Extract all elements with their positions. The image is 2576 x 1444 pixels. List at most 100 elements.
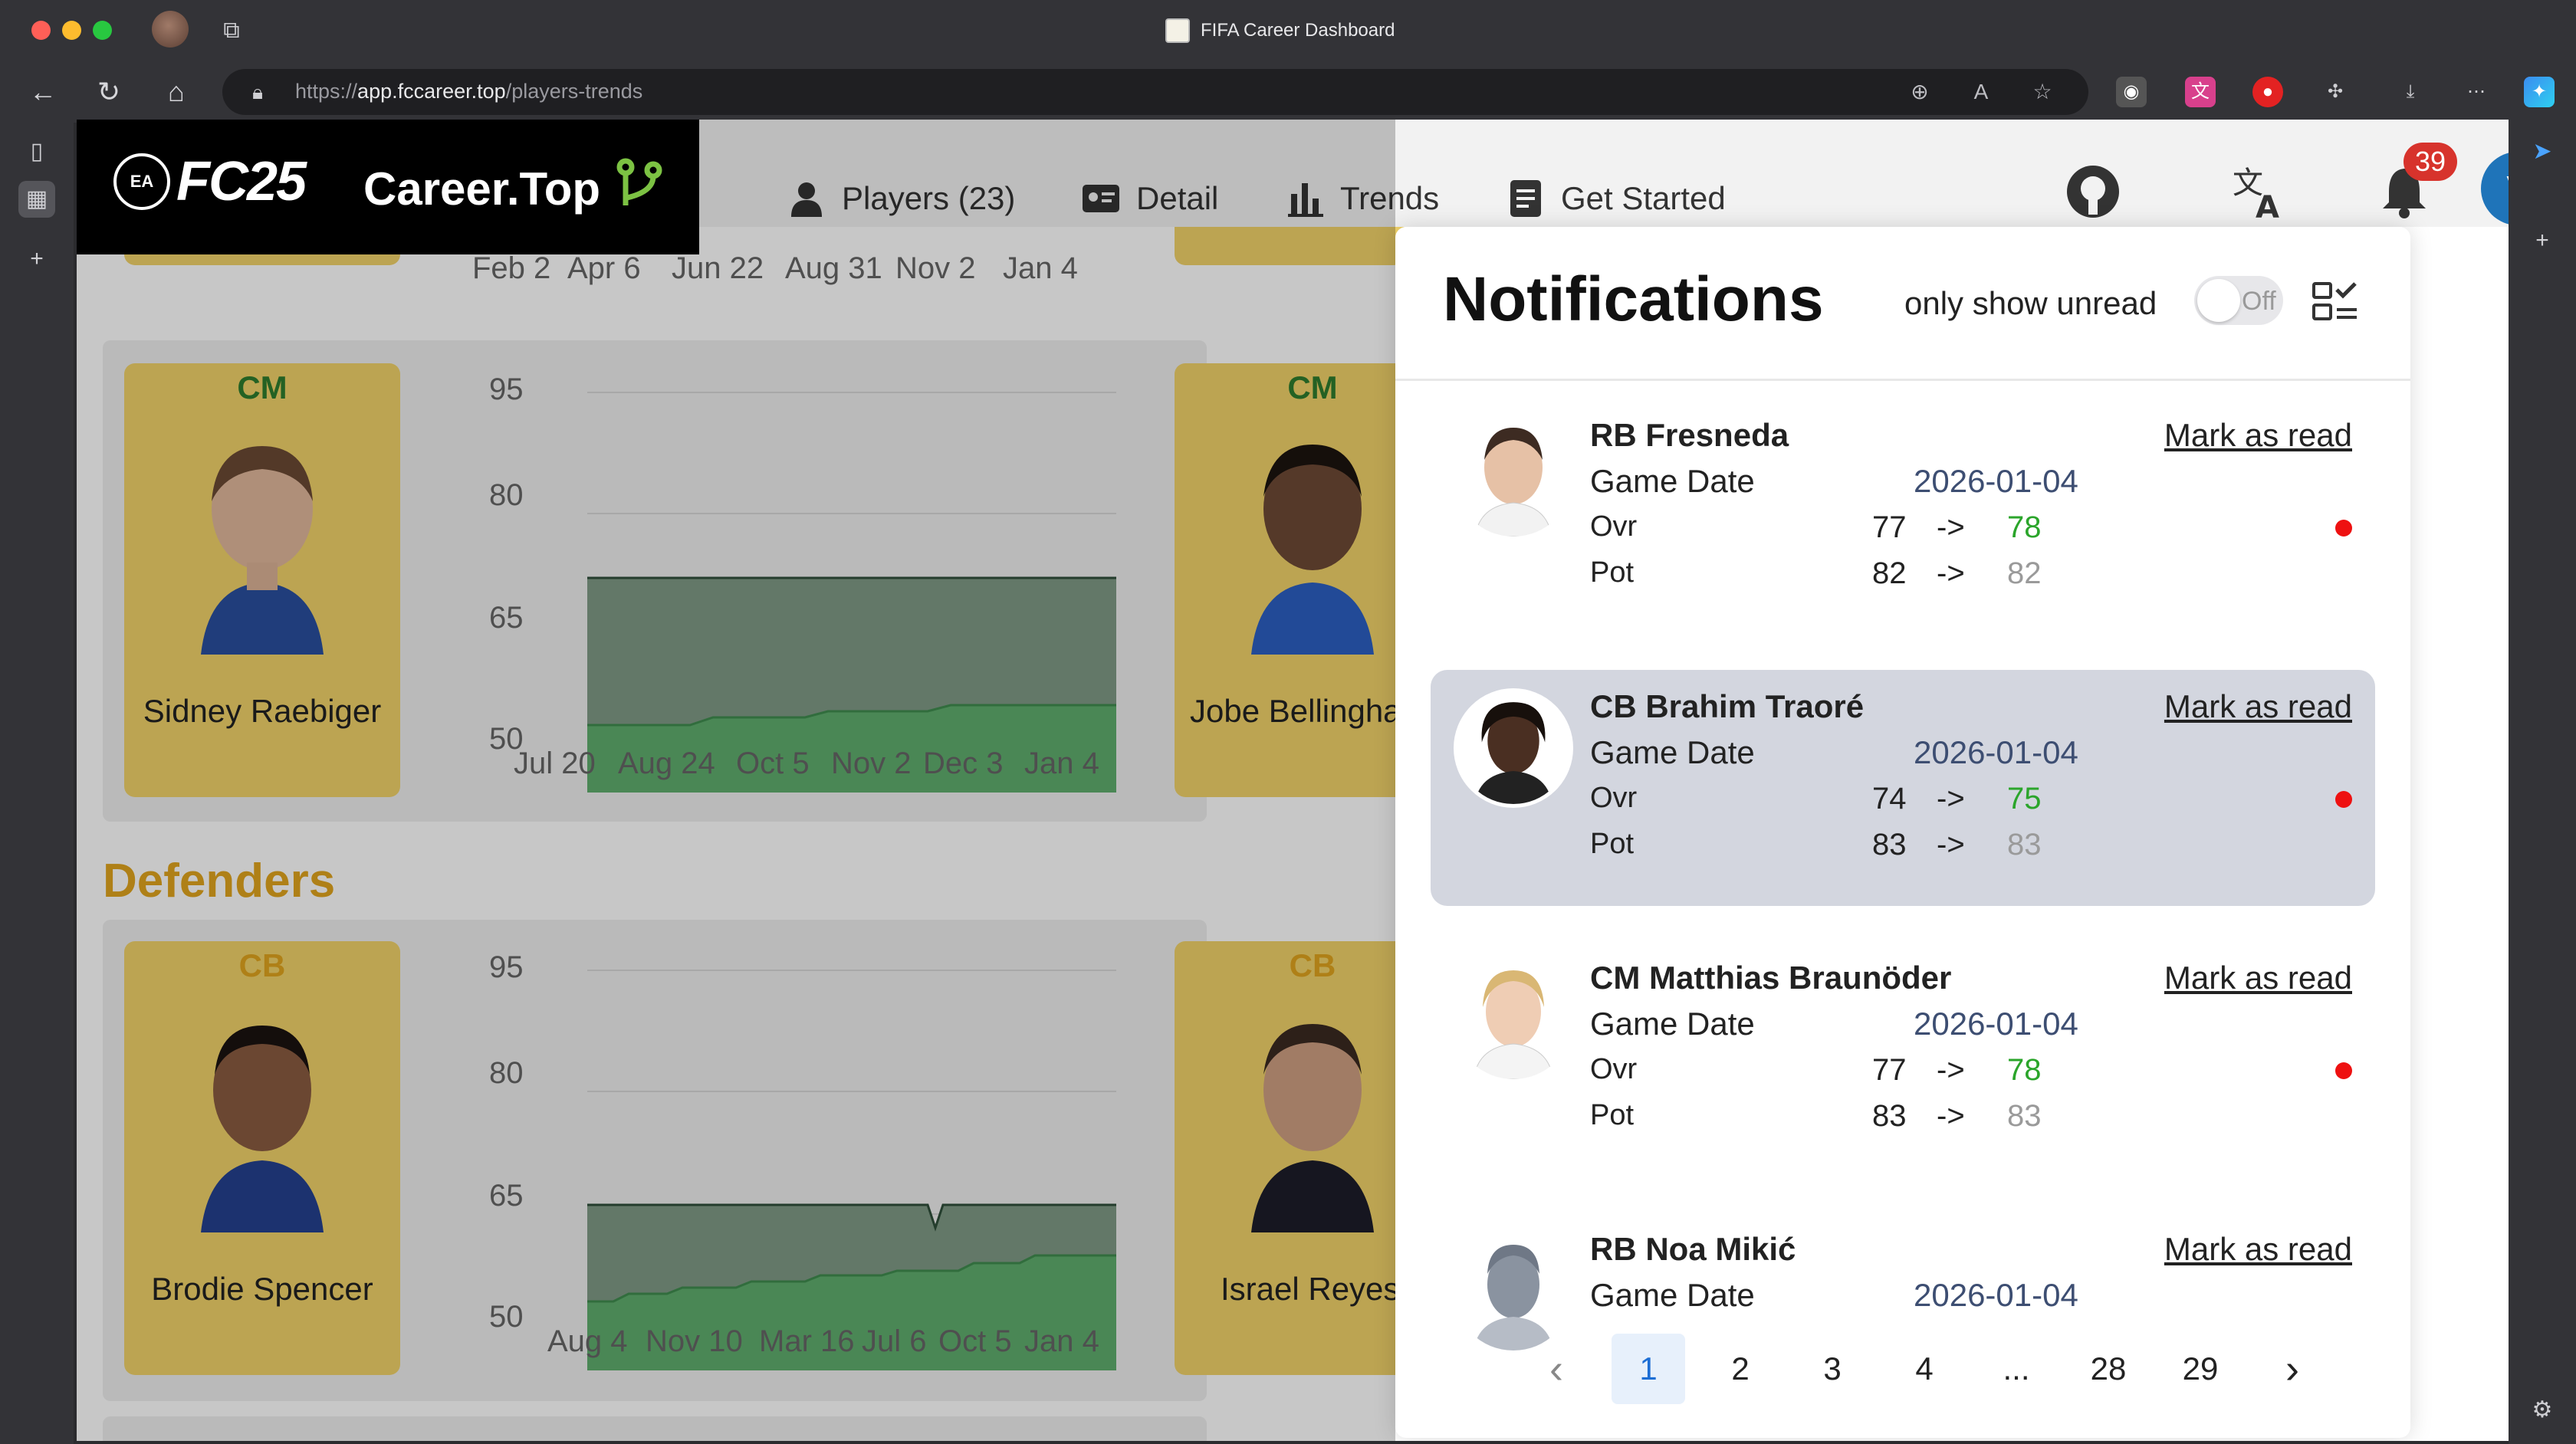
reload-icon[interactable]: ↻ [92, 75, 126, 109]
pot-arrow: -> [1937, 556, 1965, 590]
only-unread-label: only show unread [1904, 285, 2157, 321]
telegram-icon[interactable]: ➤ [2524, 133, 2561, 170]
game-date-label: Game Date [1590, 1006, 1755, 1042]
back-icon[interactable]: ← [26, 75, 60, 109]
maximize-window-button[interactable] [93, 21, 112, 40]
notification-item[interactable]: RB Fresneda Mark as read Game Date 2026-… [1431, 399, 2375, 635]
player-avatar [1454, 417, 1573, 537]
favorite-star-icon[interactable]: ☆ [2029, 78, 2056, 106]
sidebar-settings-icon[interactable]: ⚙ [2524, 1392, 2561, 1429]
player-avatar [1454, 688, 1573, 808]
unread-dot [2335, 520, 2352, 537]
fc25-logo: FC25 [176, 151, 307, 212]
tab-actions-icon[interactable]: ⧉ [216, 15, 247, 46]
extensions-puzzle-icon[interactable]: ✣ [2320, 77, 2351, 107]
nav-label: Get Started [1561, 180, 1726, 216]
active-tab-favicon[interactable]: ▦ [18, 181, 55, 218]
pot-label: Pot [1590, 828, 1635, 860]
extension-translate-icon[interactable]: 文 [2185, 77, 2216, 107]
close-window-button[interactable] [31, 21, 51, 40]
page-button[interactable]: 4 [1878, 1334, 1970, 1404]
game-date-value: 2026-01-04 [1914, 1006, 2078, 1042]
notification-heading: CB Brahim Traoré [1590, 688, 1865, 724]
read-aloud-icon[interactable]: A [1967, 78, 1995, 106]
mark-all-read-icon[interactable] [2312, 281, 2358, 322]
page-button[interactable]: 29 [2154, 1334, 2246, 1404]
github-icon[interactable] [2062, 161, 2124, 222]
pagination: ‹ 1 2 3 4 ... 28 29 › [1510, 1334, 2338, 1404]
modal-backdrop[interactable] [77, 120, 1395, 1441]
page-button[interactable]: 1 [1612, 1334, 1685, 1404]
copilot-icon[interactable]: ✦ [2524, 77, 2555, 107]
pot-old: 83 [1872, 828, 1907, 861]
game-date-value: 2026-01-04 [1914, 734, 2078, 770]
nav-get-started[interactable]: Get Started [1506, 173, 1726, 224]
user-avatar[interactable]: V [2481, 152, 2509, 225]
page-ellipsis: ... [2003, 1350, 2030, 1387]
browser-toolbar: ← ↻ ⌂ 🔒︎ https://app.fccareer.top/player… [0, 61, 2576, 123]
pot-arrow: -> [1937, 1099, 1965, 1133]
notification-item[interactable]: CM Matthias Braunöder Mark as read Game … [1431, 941, 2375, 1177]
player-avatar [1454, 960, 1573, 1079]
home-icon[interactable]: ⌂ [159, 75, 193, 109]
downloads-icon[interactable]: ⤓ [2395, 77, 2426, 107]
pot-new: 82 [2007, 556, 2042, 590]
window-title: FIFA Career Dashboard [1165, 15, 1395, 46]
notification-item[interactable]: CB Brahim Traoré Mark as read Game Date … [1431, 670, 2375, 906]
only-unread-toggle[interactable]: Off [2194, 276, 2283, 325]
mark-as-read-link[interactable]: Mark as read [2164, 417, 2352, 454]
browser-profile-avatar[interactable] [152, 11, 189, 48]
ovr-arrow: -> [1937, 510, 1965, 544]
new-tab-icon[interactable]: + [18, 241, 55, 277]
page-button[interactable]: 2 [1694, 1334, 1786, 1404]
brand-name: Career.Top [363, 163, 600, 215]
notification-heading: RB Noa Mikić [1590, 1231, 1796, 1267]
toggle-knob [2197, 279, 2240, 322]
ovr-label: Ovr [1590, 510, 1638, 543]
page-button[interactable]: 28 [2062, 1334, 2154, 1404]
notification-item[interactable]: RB Noa Mikić Mark as read Game Date 2026… [1431, 1213, 2375, 1350]
extension-record-icon[interactable]: ● [2252, 77, 2283, 107]
ovr-new: 78 [2007, 510, 2042, 544]
page-viewport: Feb 2 Apr 6 Jun 22 Aug 31 Nov 2 Jan 4 CM… [77, 120, 2509, 1441]
player-avatar-placeholder [1454, 1231, 1573, 1350]
notifications-title: Notifications [1443, 264, 1824, 334]
pot-label: Pot [1590, 556, 1635, 589]
window-title-text: FIFA Career Dashboard [1201, 20, 1395, 41]
address-bar[interactable]: 🔒︎ https://app.fccareer.top/players-tren… [222, 69, 2088, 115]
git-branch-icon [616, 158, 662, 205]
divider [1395, 379, 2410, 381]
ovr-old: 77 [1872, 1053, 1907, 1087]
next-page-icon[interactable]: › [2246, 1334, 2338, 1404]
mark-as-read-link[interactable]: Mark as read [2164, 960, 2352, 996]
pot-arrow: -> [1937, 828, 1965, 861]
lock-icon[interactable]: 🔒︎ [245, 80, 270, 104]
pot-old: 83 [1872, 1099, 1907, 1133]
prev-page-icon[interactable]: ‹ [1510, 1334, 1602, 1404]
site-logo[interactable]: EA FC25 Career.Top [77, 120, 699, 254]
vertical-tab-rail: ▯ ▦ + [0, 123, 74, 1444]
ovr-arrow: -> [1937, 782, 1965, 816]
mark-as-read-link[interactable]: Mark as read [2164, 688, 2352, 725]
right-sidebar: ➤ + ⚙ [2509, 123, 2576, 1444]
game-date-label: Game Date [1590, 1277, 1755, 1313]
add-sidebar-app-icon[interactable]: + [2524, 222, 2561, 259]
game-date-label: Game Date [1590, 463, 1755, 499]
notifications-panel: Notifications only show unread Off RB Fr… [1395, 227, 2410, 1438]
ovr-new: 75 [2007, 782, 2042, 816]
unread-dot [2335, 1062, 2352, 1079]
mark-as-read-link[interactable]: Mark as read [2164, 1231, 2352, 1268]
zoom-icon[interactable]: ⊕ [1906, 78, 1934, 106]
ovr-label: Ovr [1590, 1053, 1638, 1085]
page-button[interactable]: 3 [1786, 1334, 1878, 1404]
translate-icon[interactable]: 文A [2228, 161, 2289, 222]
url-text[interactable]: https://app.fccareer.top/players-trends [295, 80, 642, 103]
pot-new: 83 [2007, 828, 2042, 861]
ea-sports-logo: EA [113, 153, 170, 210]
notification-count-badge: 39 [2404, 143, 2457, 181]
minimize-window-button[interactable] [62, 21, 81, 40]
extension-glasses-icon[interactable]: ◉ [2116, 77, 2147, 107]
pot-label: Pot [1590, 1099, 1635, 1131]
more-menu-icon[interactable]: ⋯ [2461, 77, 2492, 107]
sidebar-toggle-icon[interactable]: ▯ [18, 133, 55, 170]
